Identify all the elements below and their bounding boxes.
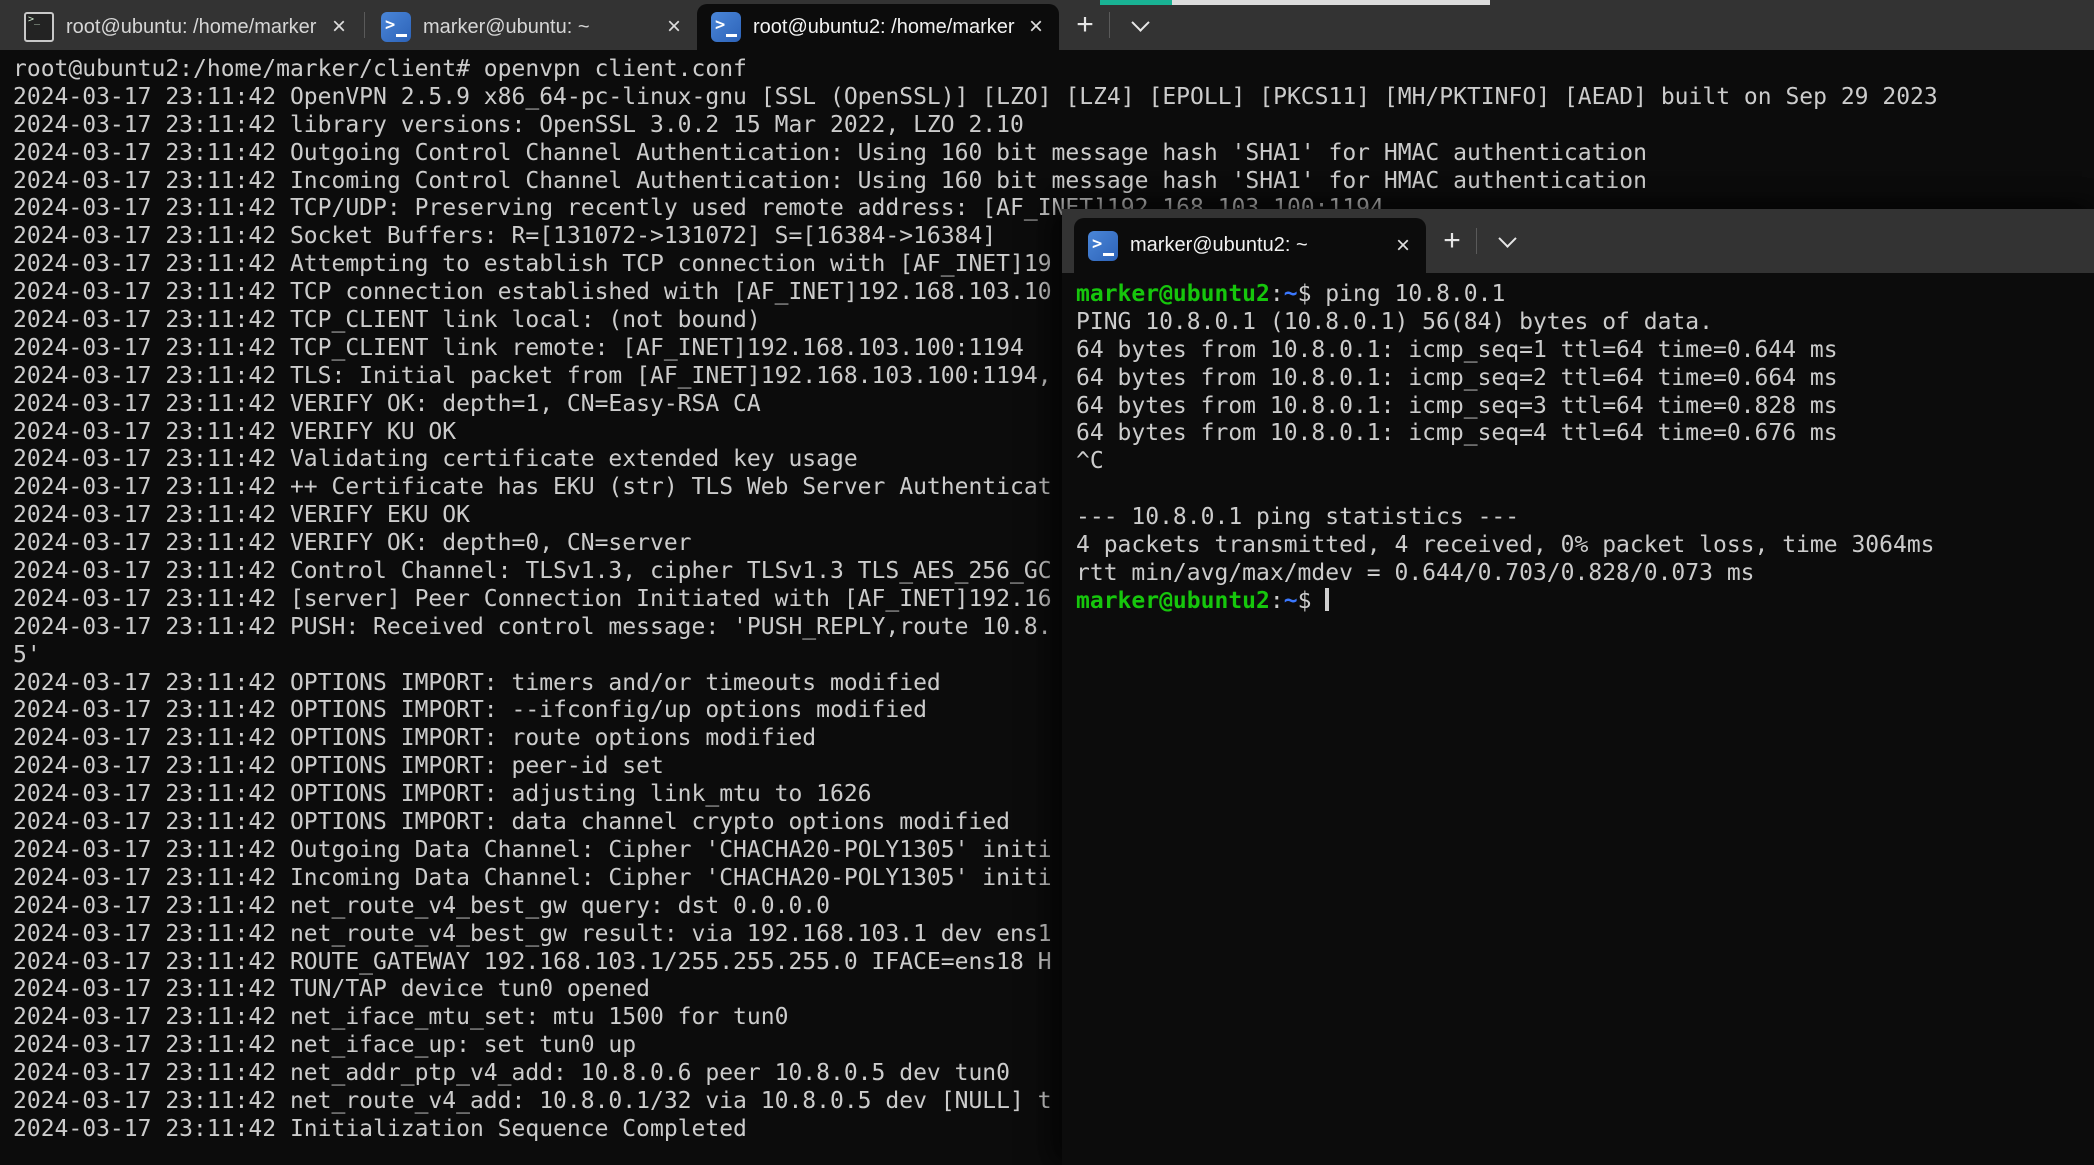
tab-title: marker@ubuntu2: ~ — [1130, 234, 1382, 257]
tab-bar-divider — [1109, 12, 1110, 38]
overlay-new-tab-button[interactable]: + — [1432, 221, 1472, 261]
background-window-edge-teal — [1100, 0, 1172, 5]
close-tab-icon[interactable]: × — [1023, 15, 1049, 39]
terminal-line: 2024-03-17 23:11:42 OpenVPN 2.5.9 x86_64… — [13, 84, 2094, 112]
overlay-terminal-output[interactable]: marker@ubuntu2:~$ ping 10.8.0.1PING 10.8… — [1076, 281, 2094, 1165]
terminal-line: 64 bytes from 10.8.0.1: icmp_seq=1 ttl=6… — [1076, 337, 2094, 365]
linux-terminal-icon: >_ — [24, 12, 54, 42]
powershell-icon: > — [711, 12, 741, 42]
terminal-line: --- 10.8.0.1 ping statistics --- — [1076, 504, 2094, 532]
powershell-icon: > — [1088, 231, 1118, 261]
screen: >_ root@ubuntu: /home/marker × > marker@ubun… — [0, 0, 2094, 1165]
terminal-line: root@ubuntu2:/home/marker/client# openvp… — [13, 56, 2094, 84]
close-tab-icon[interactable]: × — [326, 15, 352, 39]
terminal-line: 2024-03-17 23:11:42 Outgoing Control Cha… — [13, 140, 2094, 168]
overlay-tab-0[interactable]: > marker@ubuntu2: ~ × — [1074, 218, 1426, 273]
tab-dropdown-button[interactable] — [1120, 5, 1160, 45]
main-tab-strip: >_ root@ubuntu: /home/marker × > marker@ubun… — [10, 0, 1059, 50]
tab-divider — [364, 12, 365, 38]
terminal-line: PING 10.8.0.1 (10.8.0.1) 56(84) bytes of… — [1076, 309, 2094, 337]
terminal-line: 64 bytes from 10.8.0.1: icmp_seq=3 ttl=6… — [1076, 393, 2094, 421]
main-tab-2[interactable]: > root@ubuntu2: /home/marker × — [697, 4, 1059, 50]
overlay-tab-strip: > marker@ubuntu2: ~ × — [1074, 209, 1426, 273]
tab-bar-divider — [1476, 228, 1477, 254]
tab-title: root@ubuntu2: /home/marker — [753, 16, 1015, 39]
main-tab-0[interactable]: >_ root@ubuntu: /home/marker × — [10, 4, 362, 50]
terminal-line: 2024-03-17 23:11:42 library versions: Op… — [13, 112, 2094, 140]
terminal-window-overlay: > marker@ubuntu2: ~ × + marker@ubuntu2:~$ … — [1062, 209, 2094, 1165]
chevron-down-icon — [1498, 229, 1516, 247]
close-tab-icon[interactable]: × — [661, 15, 687, 39]
overlay-tab-dropdown-button[interactable] — [1487, 221, 1527, 261]
new-tab-button[interactable]: + — [1065, 5, 1105, 45]
text-cursor — [1325, 588, 1329, 611]
main-tab-1[interactable]: > marker@ubuntu: ~ × — [367, 4, 697, 50]
close-tab-icon[interactable]: × — [1390, 234, 1416, 258]
chevron-down-icon — [1131, 13, 1149, 31]
terminal-line: 2024-03-17 23:11:42 Incoming Control Cha… — [13, 168, 2094, 196]
tab-title: root@ubuntu: /home/marker — [66, 16, 318, 39]
terminal-line — [1076, 476, 2094, 504]
overlay-tab-bar: > marker@ubuntu2: ~ × + — [1062, 209, 2094, 273]
terminal-line: 64 bytes from 10.8.0.1: icmp_seq=4 ttl=6… — [1076, 420, 2094, 448]
tab-title: marker@ubuntu: ~ — [423, 16, 653, 39]
terminal-line: marker@ubuntu2:~$ ping 10.8.0.1 — [1076, 281, 2094, 309]
main-tab-bar: >_ root@ubuntu: /home/marker × > marker@ubun… — [0, 0, 2094, 50]
terminal-line: marker@ubuntu2:~$ — [1076, 588, 2094, 616]
background-window-edge-light — [1172, 0, 1490, 5]
terminal-line: rtt min/avg/max/mdev = 0.644/0.703/0.828… — [1076, 560, 2094, 588]
powershell-icon: > — [381, 12, 411, 42]
terminal-line: 64 bytes from 10.8.0.1: icmp_seq=2 ttl=6… — [1076, 365, 2094, 393]
terminal-line: 4 packets transmitted, 4 received, 0% pa… — [1076, 532, 2094, 560]
terminal-line: ^C — [1076, 448, 2094, 476]
